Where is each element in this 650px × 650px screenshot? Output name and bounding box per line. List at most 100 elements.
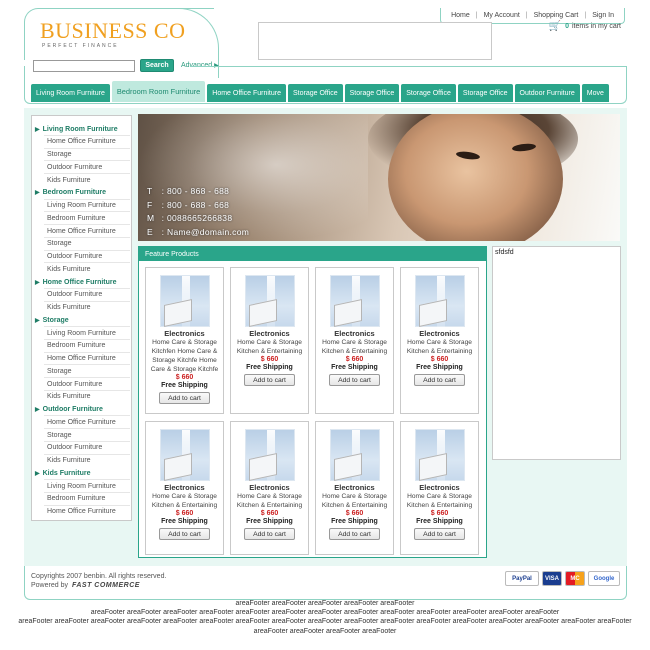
fastcommerce-logo[interactable]: FAST COMMERCE bbox=[72, 582, 140, 589]
cart-summary[interactable]: 🛒 0 items in my cart bbox=[549, 21, 621, 32]
product-description: Home Care & Storage Kitchen & Entertaini… bbox=[321, 339, 388, 355]
nav-tab-move[interactable]: Move bbox=[581, 84, 609, 102]
top-link-shopping-cart[interactable]: Shopping Cart bbox=[528, 12, 585, 19]
sidebar-category[interactable]: ▶ Bedroom Furniture bbox=[35, 187, 106, 199]
sidebar-subcategory[interactable]: Storage bbox=[47, 149, 72, 161]
sidebar-subcategory[interactable]: Outdoor Furniture bbox=[47, 289, 102, 301]
product-name[interactable]: Electronics bbox=[146, 329, 223, 338]
product-name[interactable]: Electronics bbox=[146, 483, 223, 492]
product-image[interactable] bbox=[329, 275, 380, 328]
sidebar-subcategory[interactable]: Outdoor Furniture bbox=[47, 161, 102, 173]
nav-tab-outdoor-furniture[interactable]: Outdoor Furniture bbox=[514, 84, 580, 102]
sidebar-subcategory[interactable]: Storage bbox=[47, 365, 72, 377]
sidebar-subcategory[interactable]: Kids Furniture bbox=[47, 174, 91, 186]
product-card[interactable]: Electronics Home Care & Storage Kitchfen … bbox=[145, 267, 224, 414]
product-name[interactable]: Electronics bbox=[316, 329, 393, 338]
sidebar-category-label: Kids Furniture bbox=[42, 469, 91, 477]
product-description: Home Care & Storage Kitchen & Entertaini… bbox=[321, 493, 388, 509]
product-card[interactable]: Electronics Home Care & Storage Kitchen &… bbox=[315, 267, 394, 414]
product-image[interactable] bbox=[329, 429, 380, 482]
sidebar-subcategory[interactable]: Storage bbox=[47, 429, 72, 441]
product-card[interactable]: Electronics Home Care & Storage Kitchen &… bbox=[230, 267, 309, 414]
nav-tab-bedroom-room-furniture[interactable]: Bedroom Room Furniture bbox=[111, 81, 206, 102]
add-to-cart-button[interactable]: Add to cart bbox=[244, 374, 295, 386]
sidebar-subcategory[interactable]: Bedroom Furniture bbox=[47, 340, 105, 352]
add-to-cart-button[interactable]: Add to cart bbox=[159, 528, 210, 540]
contact-phone: T : 800 - 868 - 688 bbox=[147, 186, 230, 196]
nav-tab-storage-office[interactable]: Storage Office bbox=[344, 84, 400, 102]
sidebar-category[interactable]: ▶ Home Office Furniture bbox=[35, 276, 117, 288]
top-link-home[interactable]: Home bbox=[445, 12, 476, 19]
nav-tab-living-room-furniture[interactable]: Living Room Furniture bbox=[31, 84, 110, 102]
product-description: Home Care & Storage Kitchen & Entertaini… bbox=[406, 493, 473, 509]
product-image[interactable] bbox=[244, 429, 295, 482]
contact-fax: F : 800 - 688 - 668 bbox=[147, 199, 230, 210]
sidebar-subcategory[interactable]: Home Office Furniture bbox=[47, 506, 116, 518]
product-shipping: Free Shipping bbox=[416, 518, 463, 525]
product-shipping: Free Shipping bbox=[161, 518, 208, 525]
product-name[interactable]: Electronics bbox=[316, 483, 393, 492]
sidebar-subcategory[interactable]: Kids Furniture bbox=[47, 391, 91, 403]
product-image[interactable] bbox=[159, 429, 210, 482]
sidebar-subcategory[interactable]: Outdoor Furniture bbox=[47, 442, 102, 454]
product-card[interactable]: Electronics Home Care & Storage Kitchen &… bbox=[145, 421, 224, 555]
sidebar-subcategory[interactable]: Home Office Furniture bbox=[47, 353, 116, 365]
product-card[interactable]: Electronics Home Care & Storage Kitchen &… bbox=[315, 421, 394, 555]
nav-tab-storage-office[interactable]: Storage Office bbox=[288, 84, 343, 102]
sidebar-subcategory[interactable]: Living Room Furniture bbox=[47, 480, 116, 492]
product-name[interactable]: Electronics bbox=[231, 329, 308, 338]
top-link-my-account[interactable]: My Account bbox=[478, 12, 526, 19]
sidebar-subcategory[interactable]: Kids Furniture bbox=[47, 302, 91, 314]
sidebar-subcategory[interactable]: Storage bbox=[47, 238, 72, 250]
product-name[interactable]: Electronics bbox=[401, 483, 478, 492]
sidebar-category-label: Living Room Furniture bbox=[42, 125, 118, 133]
logo[interactable]: BUSINESS CO bbox=[40, 18, 185, 44]
product-description: Home Care & Storage Kitchen & Entertaini… bbox=[406, 339, 473, 355]
area-footer-line: areaFooter areaFooter areaFooter areaFoo… bbox=[18, 618, 632, 626]
add-to-cart-button[interactable]: Add to cart bbox=[329, 374, 380, 386]
add-to-cart-button[interactable]: Add to cart bbox=[329, 528, 380, 540]
sidebar-subcategory[interactable]: Home Office Furniture bbox=[47, 136, 116, 148]
top-link-sign-in[interactable]: Sign In bbox=[586, 12, 620, 19]
google-checkout-logo: Google bbox=[588, 571, 620, 586]
sidebar-subcategory[interactable]: Kids Furniture bbox=[47, 263, 91, 275]
add-to-cart-button[interactable]: Add to cart bbox=[414, 374, 465, 386]
sidebar-subcategory[interactable]: Outdoor Furniture bbox=[47, 378, 102, 390]
visa-logo: VISA bbox=[542, 571, 562, 586]
product-card[interactable]: Electronics Home Care & Storage Kitchen &… bbox=[400, 421, 479, 555]
feature-products-title: Feature Products bbox=[139, 247, 486, 261]
sidebar-category[interactable]: ▶ Outdoor Furniture bbox=[35, 404, 103, 416]
product-image[interactable] bbox=[244, 275, 295, 328]
category-sidebar: ▶ Living Room Furniture Home Office Furnit… bbox=[31, 115, 132, 521]
product-name[interactable]: Electronics bbox=[401, 329, 478, 338]
sidebar-subcategory[interactable]: Home Office Furniture bbox=[47, 225, 116, 237]
product-card[interactable]: Electronics Home Care & Storage Kitchen &… bbox=[230, 421, 309, 555]
sidebar-subcategory[interactable]: Living Room Furniture bbox=[47, 327, 116, 339]
sidebar-category[interactable]: ▶ Storage bbox=[35, 314, 69, 326]
arrow-right-icon: ▶ bbox=[35, 279, 40, 286]
product-description: Home Care & Storage Kitchen & Entertaini… bbox=[151, 493, 218, 509]
sidebar-category[interactable]: ▶ Living Room Furniture bbox=[35, 123, 118, 135]
sidebar-subcategory[interactable]: Bedroom Furniture bbox=[47, 493, 105, 505]
nav-tab-storage-office[interactable]: Storage Office bbox=[457, 84, 513, 102]
sidebar-subcategory[interactable]: Home Office Furniture bbox=[47, 416, 116, 428]
product-image[interactable] bbox=[414, 275, 465, 328]
add-to-cart-button[interactable]: Add to cart bbox=[414, 528, 465, 540]
product-shipping: Free Shipping bbox=[331, 518, 378, 525]
sidebar-category[interactable]: ▶ Kids Furniture bbox=[35, 467, 90, 479]
sidebar-subcategory[interactable]: Bedroom Furniture bbox=[47, 212, 105, 224]
product-price: $ 660 bbox=[345, 356, 364, 363]
payment-methods: PayPal VISA MC Google bbox=[502, 571, 620, 586]
add-to-cart-button[interactable]: Add to cart bbox=[244, 528, 295, 540]
product-name[interactable]: Electronics bbox=[231, 483, 308, 492]
sidebar-subcategory[interactable]: Outdoor Furniture bbox=[47, 251, 102, 263]
product-image[interactable] bbox=[159, 275, 210, 328]
product-card[interactable]: Electronics Home Care & Storage Kitchen &… bbox=[400, 267, 479, 414]
sidebar-subcategory[interactable]: Living Room Furniture bbox=[47, 200, 116, 212]
nav-tab-home-office-furniture[interactable]: Home Office Furniture bbox=[207, 84, 286, 102]
add-to-cart-button[interactable]: Add to cart bbox=[159, 392, 210, 404]
product-image[interactable] bbox=[414, 429, 465, 482]
nav-tab-storage-office[interactable]: Storage Office bbox=[401, 84, 456, 102]
sidebar-subcategory[interactable]: Kids Furniture bbox=[47, 455, 91, 467]
product-shipping: Free Shipping bbox=[416, 364, 463, 371]
